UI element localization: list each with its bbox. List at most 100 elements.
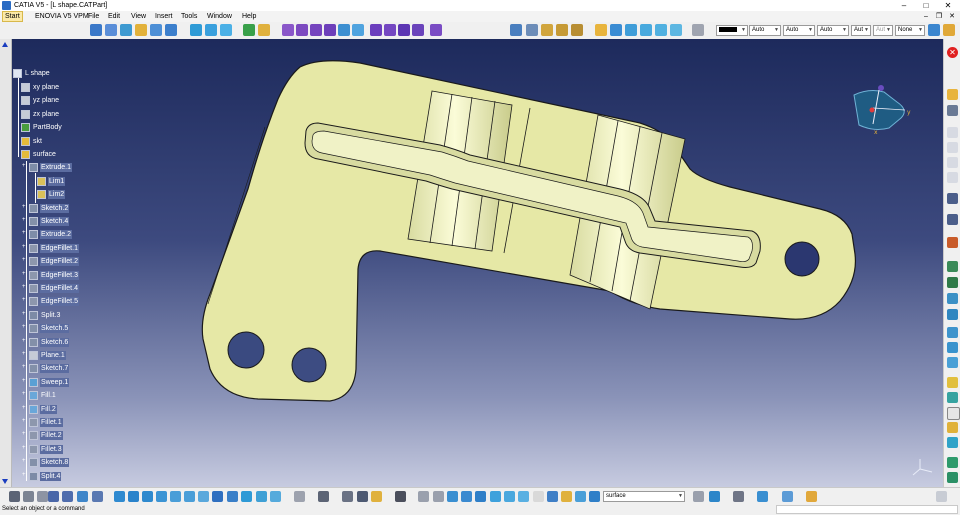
- trim-tool-icon[interactable]: [324, 24, 336, 36]
- measure-tool-icon[interactable]: [510, 24, 522, 36]
- expand-icon[interactable]: +: [22, 217, 27, 223]
- curvature-analysis-icon[interactable]: [571, 24, 583, 36]
- tree-item-edgefillet-5[interactable]: + EdgeFillet.5: [22, 296, 79, 307]
- translate-tool-icon[interactable]: [398, 24, 410, 36]
- start-menu[interactable]: Start: [2, 11, 23, 22]
- connect-checker-icon[interactable]: [504, 491, 515, 502]
- edge-icon[interactable]: [575, 491, 586, 502]
- edge-fillet-tool-icon[interactable]: [384, 24, 396, 36]
- zoom-in-icon[interactable]: [170, 491, 181, 502]
- document-minimize-button[interactable]: –: [920, 11, 932, 22]
- tree-item-sketch-7[interactable]: + Sketch.7: [22, 363, 70, 374]
- fly-icon[interactable]: [114, 491, 125, 502]
- symmetry-tool-icon[interactable]: [430, 24, 442, 36]
- tree-item-xy-plane[interactable]: xy plane: [21, 82, 60, 93]
- revolve-tool-icon[interactable]: [205, 24, 217, 36]
- revolve-surface-icon[interactable]: [947, 277, 958, 288]
- tree-item-sketch-5[interactable]: + Sketch.5: [22, 323, 70, 334]
- distance-analysis-icon[interactable]: [461, 491, 472, 502]
- tree-item-fillet-2[interactable]: + Fillet.2: [22, 430, 63, 441]
- tree-item-edgefillet-2[interactable]: + EdgeFillet.2: [22, 256, 79, 267]
- expand-icon[interactable]: +: [22, 271, 27, 277]
- expand-icon[interactable]: +: [22, 458, 27, 464]
- current-set-icon[interactable]: [589, 491, 600, 502]
- tree-item-edgefillet-4[interactable]: + EdgeFillet.4: [22, 283, 79, 294]
- light-icon[interactable]: [561, 491, 572, 502]
- menu-insert[interactable]: Insert: [155, 12, 173, 21]
- tree-item-fillet-1[interactable]: + Fillet.1: [22, 417, 63, 428]
- menu-file[interactable]: File: [88, 12, 99, 21]
- catalog-browser-icon[interactable]: [757, 491, 768, 502]
- expand-icon[interactable]: +: [22, 338, 27, 344]
- linetype-combo[interactable]: Auto ▼: [749, 25, 781, 36]
- table-icon[interactable]: [48, 491, 59, 502]
- menu-enovia[interactable]: ENOVIA V5 VPM: [35, 12, 89, 21]
- layer-b-combo[interactable]: Aut ▼: [873, 25, 893, 36]
- replication-icon[interactable]: [490, 491, 501, 502]
- fill-tool-icon[interactable]: [243, 24, 255, 36]
- tree-item-fill-1[interactable]: + Fill.1: [22, 390, 57, 401]
- heal-icon[interactable]: [947, 422, 958, 433]
- render-style-combo[interactable]: None ▼: [895, 25, 925, 36]
- tree-item-sketch-8[interactable]: + Sketch.8: [22, 457, 70, 468]
- zoom-out-icon[interactable]: [184, 491, 195, 502]
- spline-icon[interactable]: [947, 214, 958, 225]
- 3d-viewport[interactable]: y x: [0, 39, 943, 487]
- painter-icon[interactable]: [943, 24, 955, 36]
- update-icon[interactable]: [693, 491, 704, 502]
- tree-item-skt[interactable]: skt: [21, 136, 43, 147]
- law-icon[interactable]: [62, 491, 73, 502]
- expand-icon[interactable]: +: [22, 351, 27, 357]
- blend-icon[interactable]: [947, 392, 958, 403]
- tree-item-yz-plane[interactable]: yz plane: [21, 95, 60, 106]
- iso-view-icon[interactable]: [212, 491, 223, 502]
- rotate-view-icon[interactable]: [156, 491, 167, 502]
- tree-item-split-4[interactable]: + Split.4: [22, 471, 62, 482]
- join-icon[interactable]: [947, 407, 960, 420]
- fly-mode-icon[interactable]: [595, 24, 607, 36]
- scroll-down-arrow-icon[interactable]: [2, 479, 8, 484]
- expand-icon[interactable]: +: [22, 257, 27, 263]
- check-icon[interactable]: [77, 491, 88, 502]
- tree-item-partbody[interactable]: PartBody: [21, 122, 63, 133]
- menu-window[interactable]: Window: [207, 12, 232, 21]
- tree-item-edgefillet-3[interactable]: + EdgeFillet.3: [22, 270, 79, 281]
- sphere-icon[interactable]: [947, 293, 958, 304]
- expand-icon[interactable]: +: [22, 364, 27, 370]
- normal-view-icon[interactable]: [670, 24, 682, 36]
- expand-icon[interactable]: +: [22, 204, 27, 210]
- extract-icon[interactable]: [947, 472, 958, 483]
- knowledge-icon[interactable]: [23, 491, 34, 502]
- color-combo[interactable]: ▼: [716, 25, 748, 36]
- normal-view-icon[interactable]: [198, 491, 209, 502]
- tree-item-extrude-2[interactable]: + Extrude.2: [22, 229, 72, 240]
- expand-icon[interactable]: +: [22, 391, 27, 397]
- expand-icon[interactable]: +: [22, 472, 27, 478]
- tree-item-surface[interactable]: surface: [21, 149, 57, 160]
- multi-view-icon[interactable]: [227, 491, 238, 502]
- pan-icon[interactable]: [625, 24, 637, 36]
- plane-icon[interactable]: [947, 157, 958, 168]
- join-tool-icon[interactable]: [282, 24, 294, 36]
- boundary-tool-icon[interactable]: [338, 24, 350, 36]
- sweep-tool-icon[interactable]: [220, 24, 232, 36]
- curve-analysis-icon[interactable]: [418, 491, 429, 502]
- ordered-set-icon[interactable]: [357, 491, 368, 502]
- expand-icon[interactable]: +: [22, 230, 27, 236]
- pattern-icon[interactable]: [518, 491, 529, 502]
- command-input[interactable]: [776, 505, 958, 514]
- current-set-combo[interactable]: surface ▼: [603, 491, 685, 502]
- user-feature-icon[interactable]: [806, 491, 817, 502]
- tree-item-zx-plane[interactable]: zx plane: [21, 109, 60, 120]
- fit-all-view-icon[interactable]: [128, 491, 139, 502]
- projection-tool-icon[interactable]: [165, 24, 177, 36]
- point-tool-icon[interactable]: [105, 24, 117, 36]
- boundary-icon[interactable]: [947, 457, 958, 468]
- extrude-surface-icon[interactable]: [947, 261, 958, 272]
- sweep-icon[interactable]: [947, 342, 958, 353]
- draft-analysis-icon[interactable]: [556, 24, 568, 36]
- grid-tool-icon[interactable]: [526, 24, 538, 36]
- pan-view-icon[interactable]: [142, 491, 153, 502]
- expand-icon[interactable]: +: [22, 445, 27, 451]
- plane-tool-icon[interactable]: [150, 24, 162, 36]
